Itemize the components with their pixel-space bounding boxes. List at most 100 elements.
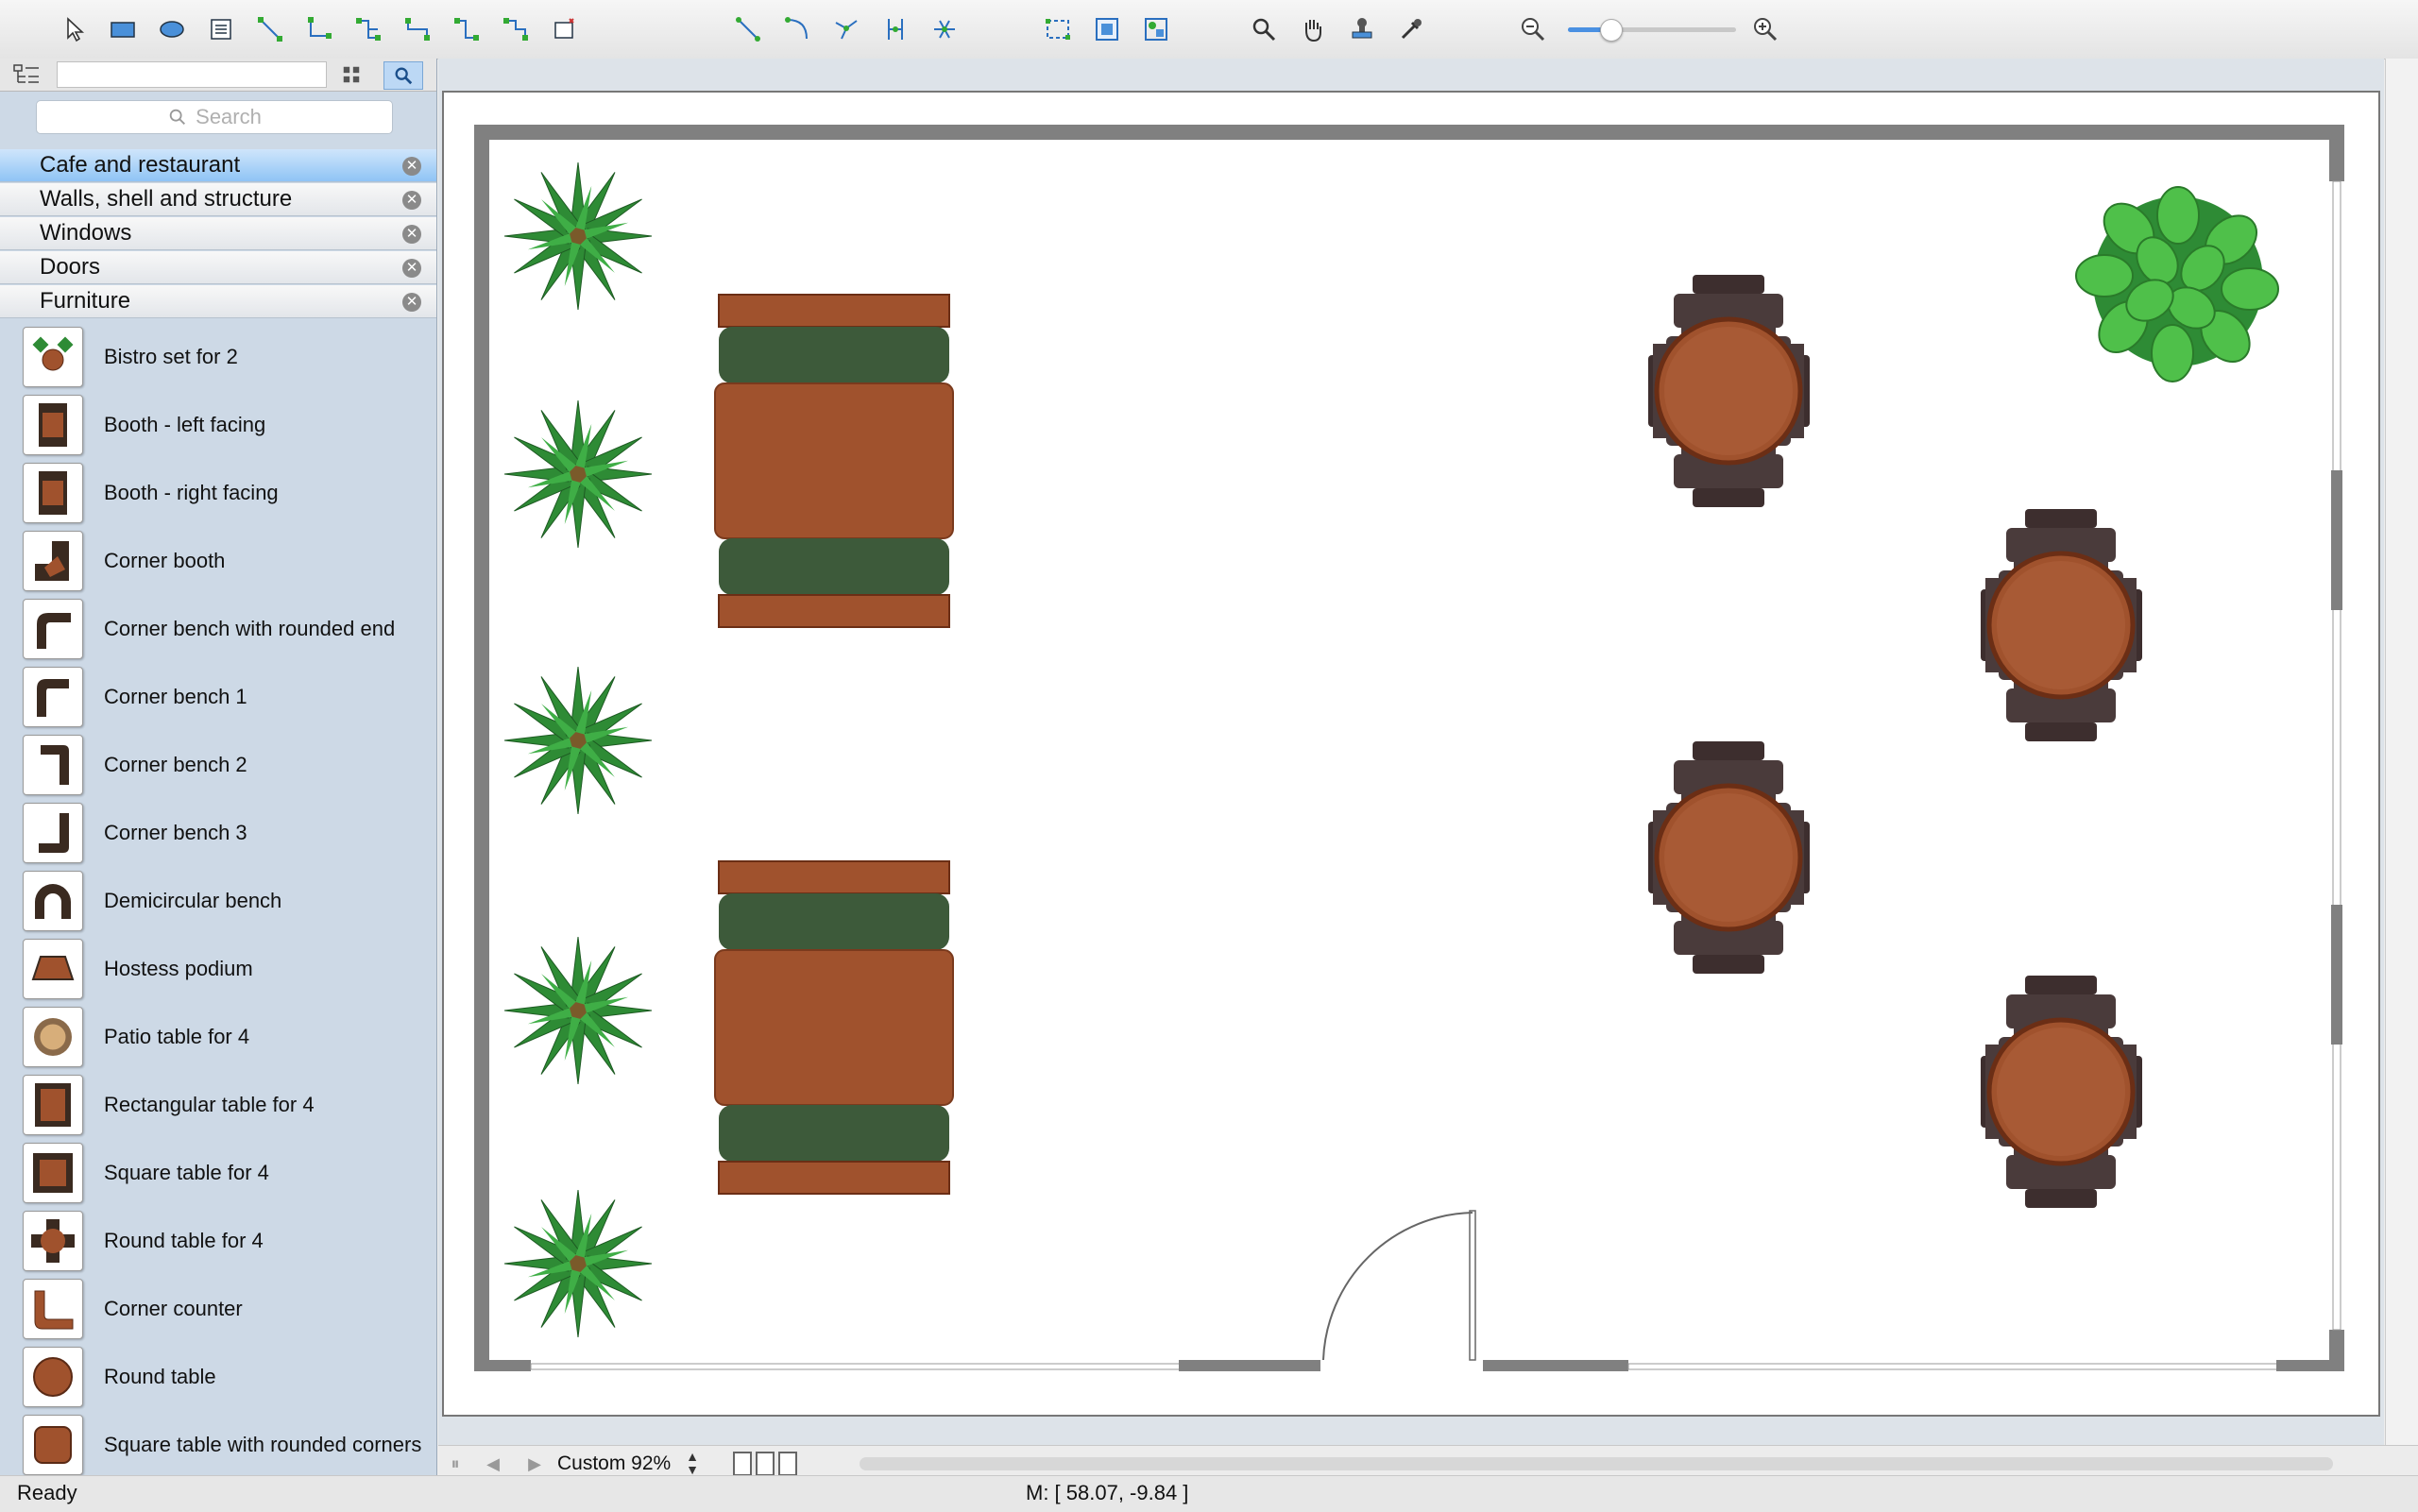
shape-hostess-podium[interactable]: Hostess podium <box>0 935 436 1003</box>
snap-grid-icon[interactable] <box>1082 10 1132 48</box>
shape-round-table-for-4[interactable]: Round table for 4 <box>0 1207 436 1275</box>
library-filter-field[interactable] <box>57 61 327 88</box>
shape-demicircular-bench[interactable]: Demicircular bench <box>0 867 436 935</box>
arc-tool-icon[interactable] <box>773 10 822 48</box>
page-tab[interactable] <box>756 1452 775 1476</box>
stamp-icon[interactable] <box>1337 10 1387 48</box>
shape-square-table-for-4[interactable]: Square table for 4 <box>0 1139 436 1207</box>
shape-corner-counter[interactable]: Corner counter <box>0 1275 436 1343</box>
plant-5[interactable] <box>503 1189 653 1338</box>
search-toggle-icon[interactable] <box>383 61 423 90</box>
connector-icon[interactable] <box>246 10 295 48</box>
search-placeholder: Search <box>196 105 262 128</box>
close-icon[interactable]: ✕ <box>402 293 421 312</box>
grid-view-icon[interactable] <box>332 61 370 88</box>
close-icon[interactable]: ✕ <box>402 259 421 278</box>
shape-rectangular-table-for-4[interactable]: Rectangular table for 4 <box>0 1071 436 1139</box>
angled-connector-icon[interactable] <box>393 10 442 48</box>
leafy-plant[interactable] <box>2075 186 2279 382</box>
shape-label: Square table with rounded corners <box>104 1433 422 1456</box>
tree-connector-icon[interactable] <box>344 10 393 48</box>
round-table-for-4-2[interactable] <box>1981 509 2142 741</box>
shape-square-table-rounded-corners[interactable]: Square table with rounded corners <box>0 1411 436 1479</box>
shape-corner-bench-2[interactable]: Corner bench 2 <box>0 731 436 799</box>
door[interactable] <box>1322 1210 1476 1361</box>
shape-label: Square table for 4 <box>104 1161 269 1184</box>
round-table-for-4-4[interactable] <box>1981 976 2142 1208</box>
category-doors[interactable]: Doors ✕ <box>0 251 436 284</box>
zoom-in-icon[interactable] <box>1740 9 1789 47</box>
plant-3[interactable] <box>503 666 653 815</box>
main-toolbar <box>0 0 2418 59</box>
shape-corner-bench-1[interactable]: Corner bench 1 <box>0 663 436 731</box>
round-table-for-4-3[interactable] <box>1648 741 1810 974</box>
bistro-set-icon <box>23 327 83 387</box>
category-furniture[interactable]: Furniture ✕ <box>0 285 436 318</box>
curve-tool-icon[interactable] <box>822 10 871 48</box>
category-walls-shell-structure[interactable]: Walls, shell and structure ✕ <box>0 183 436 216</box>
booth-2[interactable] <box>714 860 954 1195</box>
shape-corner-booth[interactable]: Corner booth <box>0 527 436 595</box>
previous-page-icon[interactable]: ◀ <box>476 1450 510 1478</box>
pan-hand-icon[interactable] <box>1288 10 1337 48</box>
shape-booth-right-facing[interactable]: Booth - right facing <box>0 459 436 527</box>
plant-4[interactable] <box>503 936 653 1085</box>
ellipse-tool-icon[interactable] <box>147 10 196 48</box>
close-icon[interactable]: ✕ <box>402 191 421 210</box>
page-tab[interactable] <box>778 1452 797 1476</box>
zoom-slider-thumb[interactable] <box>1599 19 1623 42</box>
spline-tool-icon[interactable] <box>871 10 920 48</box>
smart-connector-icon[interactable] <box>295 10 344 48</box>
drawing-page[interactable] <box>442 91 2380 1417</box>
library-search-input[interactable]: Search <box>36 100 393 134</box>
booth-1[interactable] <box>714 294 954 628</box>
shape-label: Corner bench with rounded end <box>104 617 396 640</box>
text-block-icon[interactable] <box>196 10 246 48</box>
shape-label: Round table <box>104 1365 216 1388</box>
category-label: Windows <box>40 220 132 246</box>
rectangle-tool-icon[interactable] <box>98 10 147 48</box>
corner-bench-1-icon <box>23 667 83 727</box>
line-tool-icon[interactable] <box>724 10 773 48</box>
shape-label: Bistro set for 2 <box>104 345 238 368</box>
horizontal-scrollbar[interactable] <box>860 1457 2333 1470</box>
shape-patio-table-for-4[interactable]: Patio table for 4 <box>0 1003 436 1071</box>
eyedropper-icon[interactable] <box>1387 10 1436 48</box>
page-tab[interactable] <box>733 1452 752 1476</box>
round-table-for-4-1[interactable] <box>1648 275 1810 507</box>
floor-plan[interactable] <box>444 93 2378 1415</box>
category-label: Walls, shell and structure <box>40 186 293 212</box>
close-icon[interactable]: ✕ <box>402 157 421 176</box>
shape-corner-bench-3[interactable]: Corner bench 3 <box>0 799 436 867</box>
insert-object-icon[interactable] <box>540 10 589 48</box>
plant-2[interactable] <box>503 399 653 549</box>
plant-1[interactable] <box>503 161 653 311</box>
category-windows[interactable]: Windows ✕ <box>0 217 436 250</box>
select-pointer-icon[interactable] <box>49 10 98 48</box>
round-table-icon <box>23 1347 83 1407</box>
corner-bench-2-icon <box>23 735 83 795</box>
close-icon[interactable]: ✕ <box>402 225 421 244</box>
shape-corner-bench-rounded-end[interactable]: Corner bench with rounded end <box>0 595 436 663</box>
drawing-tools-group <box>49 8 589 51</box>
pause-icon[interactable]: ⏸ <box>438 1450 472 1478</box>
group-icon[interactable] <box>1132 10 1181 48</box>
shape-round-table[interactable]: Round table <box>0 1343 436 1411</box>
bezier-tool-icon[interactable] <box>920 10 969 48</box>
zoom-out-icon[interactable] <box>1507 9 1557 47</box>
library-tree-icon[interactable] <box>8 61 45 88</box>
next-page-icon[interactable]: ▶ <box>518 1450 552 1478</box>
zoom-select[interactable]: Custom 92% ▲ ▼ <box>557 1450 699 1478</box>
zoom-slider[interactable] <box>1568 27 1736 32</box>
category-label: Cafe and restaurant <box>40 152 241 178</box>
vertical-scrollbar[interactable] <box>2385 59 2418 1447</box>
chain-icon[interactable] <box>1033 10 1082 48</box>
shape-bistro-set-for-2[interactable]: Bistro set for 2 <box>0 323 436 391</box>
rounded-connector-icon[interactable] <box>442 10 491 48</box>
booth-left-icon <box>23 395 83 455</box>
page-tabs[interactable] <box>733 1452 797 1476</box>
category-cafe-and-restaurant[interactable]: Cafe and restaurant ✕ <box>0 149 436 182</box>
zoom-glass-icon[interactable] <box>1239 10 1288 48</box>
multi-connector-icon[interactable] <box>491 10 540 48</box>
shape-booth-left-facing[interactable]: Booth - left facing <box>0 391 436 459</box>
